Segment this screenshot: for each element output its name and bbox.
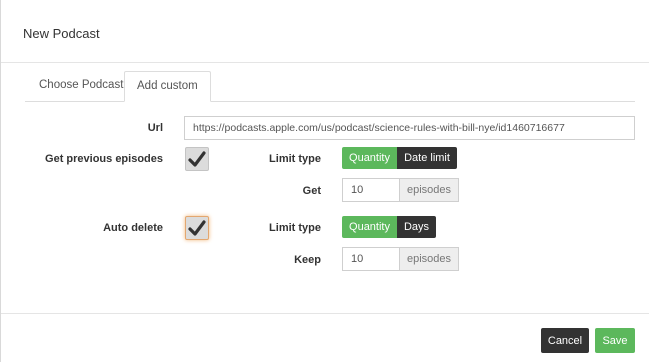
get-label: Get	[302, 185, 321, 197]
modal-title: New Podcast	[23, 26, 100, 41]
checkmark-icon	[188, 220, 206, 236]
limit-type-label-2: Limit type	[269, 222, 321, 234]
save-button[interactable]: Save	[595, 328, 635, 353]
tab-add-custom[interactable]: Add custom	[124, 71, 211, 102]
get-previous-episodes-label: Get previous episodes	[45, 153, 163, 165]
get-episodes-input[interactable]: 10	[342, 178, 400, 202]
auto-delete-quantity-option[interactable]: Quantity	[342, 216, 397, 238]
url-input[interactable]: https://podcasts.apple.com/us/podcast/sc…	[184, 116, 635, 140]
get-previous-date-limit-option[interactable]: Date limit	[397, 147, 457, 169]
get-previous-episodes-checkbox[interactable]	[185, 147, 209, 171]
cancel-button[interactable]: Cancel	[541, 328, 589, 353]
checkmark-icon	[188, 151, 206, 167]
auto-delete-days-option[interactable]: Days	[397, 216, 436, 238]
get-episodes-unit: episodes	[399, 178, 459, 202]
new-podcast-modal: New Podcast Choose Podcast Add custom Ur…	[0, 0, 649, 362]
limit-type-label-1: Limit type	[269, 153, 321, 165]
auto-delete-label: Auto delete	[103, 222, 163, 234]
modal-header: New Podcast	[1, 0, 649, 63]
url-label: Url	[147, 122, 163, 134]
keep-label: Keep	[294, 254, 321, 266]
auto-delete-checkbox[interactable]	[185, 216, 209, 240]
keep-episodes-unit: episodes	[399, 247, 459, 271]
tab-choose-podcast[interactable]: Choose Podcast	[27, 71, 135, 101]
keep-episodes-input[interactable]: 10	[342, 247, 400, 271]
get-previous-quantity-option[interactable]: Quantity	[342, 147, 397, 169]
modal-footer-divider	[1, 313, 649, 314]
tab-bar: Choose Podcast Add custom	[25, 71, 635, 102]
